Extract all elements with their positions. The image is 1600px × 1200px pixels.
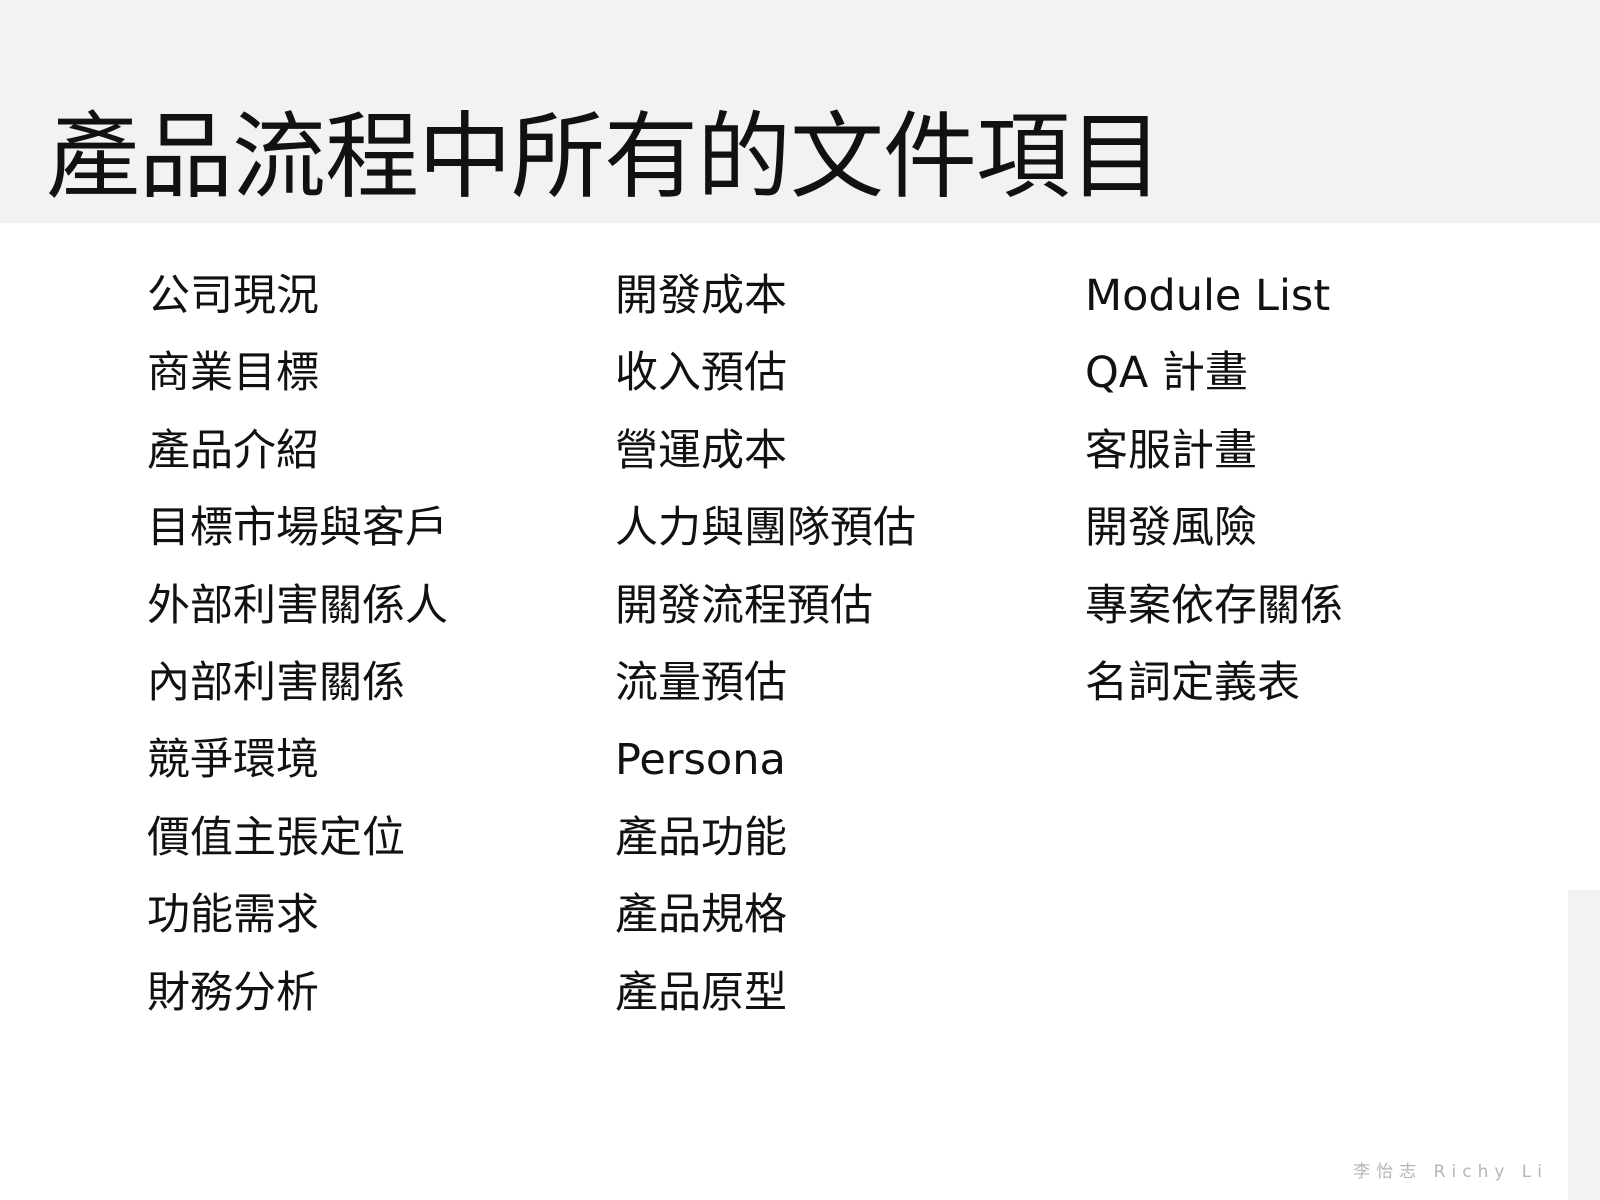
list-item: 外部利害關係人 [147,580,448,631]
list-item: 收入預估 [615,348,787,399]
list-item: 商業目標 [147,348,319,399]
document-list-column-3: Module List QA 計畫 客服計畫 開發風險 專案依存關係 名詞定義表 [1085,258,1343,722]
list-item: 目標市場與客戶 [147,503,448,554]
list-item: Persona [615,735,786,786]
list-item: QA 計畫 [1085,348,1248,399]
list-item: 營運成本 [615,425,787,476]
list-item: 產品功能 [615,812,787,863]
side-strip [1568,890,1600,1200]
list-item: 開發成本 [615,271,787,321]
list-item: 財務分析 [147,967,319,1018]
footer-credit: 李怡志 Richy Li [1353,1162,1548,1182]
list-item: 流量預估 [615,657,787,708]
list-item: 專案依存關係 [1085,580,1343,631]
list-item: 產品原型 [615,967,787,1018]
list-item: 開發流程預估 [615,580,873,631]
list-item: 產品介紹 [147,425,319,476]
list-item: 競爭環境 [147,735,319,786]
list-item: 公司現況 [147,271,319,321]
list-item: 人力與團隊預估 [615,503,916,554]
list-item: 產品規格 [615,890,787,941]
list-item: 開發風險 [1085,503,1257,554]
list-item: 功能需求 [147,890,319,941]
list-item: 客服計畫 [1085,425,1257,476]
document-list-column-2: 開發成本 收入預估 營運成本 人力與團隊預估 開發流程預估 流量預估 Perso… [615,258,916,1032]
list-item: 價值主張定位 [147,812,405,863]
list-item: Module List [1085,271,1331,321]
slide-title: 產品流程中所有的文件項目 [46,103,1163,212]
list-item: 名詞定義表 [1085,657,1300,708]
list-item: 內部利害關係 [147,657,405,708]
document-list-column-1: 公司現況 商業目標 產品介紹 目標市場與客戶 外部利害關係人 內部利害關係 競爭… [147,258,448,1032]
